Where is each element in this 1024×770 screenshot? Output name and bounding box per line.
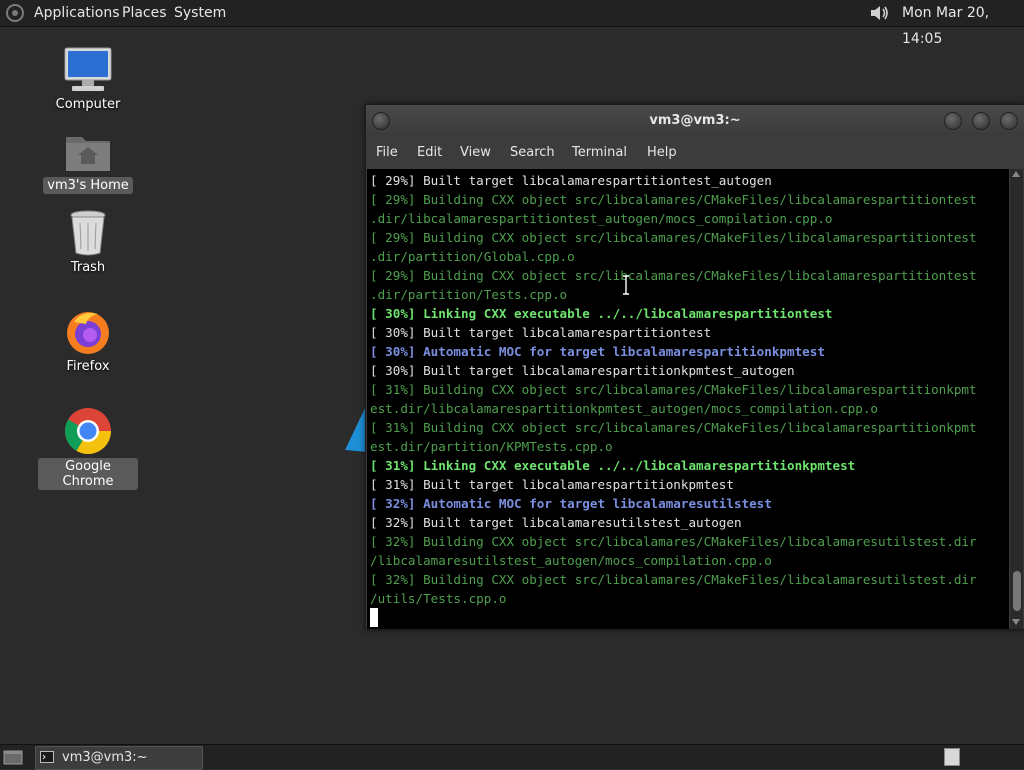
workspace-icon[interactable] bbox=[944, 748, 960, 766]
desktop-icon-trash[interactable]: Trash bbox=[38, 209, 138, 276]
close-button[interactable] bbox=[1000, 112, 1018, 130]
desktop-icon-chrome[interactable]: Google Chrome bbox=[38, 406, 138, 490]
terminal-line: /utils/Tests.cpp.o bbox=[370, 591, 507, 606]
desktop-icon-label: Firefox bbox=[66, 359, 110, 374]
taskbar-item-label: vm3@vm3:~ bbox=[62, 750, 148, 765]
scroll-down-arrow-icon[interactable] bbox=[1012, 619, 1020, 625]
terminal-line: /libcalamaresutilstest_autogen/mocs_comp… bbox=[370, 553, 772, 568]
desktop-icon-label: vm3's Home bbox=[43, 177, 133, 194]
terminal-line: [ 32%] Building CXX object src/libcalama… bbox=[370, 572, 977, 587]
terminal-menubar: File Edit View Search Terminal Help bbox=[366, 137, 1024, 169]
distro-logo-icon[interactable] bbox=[5, 3, 25, 23]
maximize-button[interactable] bbox=[972, 112, 990, 130]
minimize-button[interactable] bbox=[944, 112, 962, 130]
terminal-line: [ 31%] Building CXX object src/libcalama… bbox=[370, 382, 977, 397]
show-desktop-icon[interactable] bbox=[3, 748, 23, 766]
terminal-line: [ 29%] Building CXX object src/libcalama… bbox=[370, 268, 977, 283]
terminal-line: [ 29%] Built target libcalamarespartitio… bbox=[370, 173, 772, 188]
terminal-line: [ 29%] Building CXX object src/libcalama… bbox=[370, 230, 977, 245]
terminal-line: est.dir/libcalamarespartitionkpmtest_aut… bbox=[370, 401, 878, 416]
terminal-line: .dir/partition/Tests.cpp.o bbox=[370, 287, 568, 302]
terminal-window: vm3@vm3:~ File Edit View Search Terminal… bbox=[365, 104, 1024, 630]
background-logo-fragment bbox=[345, 404, 367, 452]
desktop-icon-home[interactable]: vm3's Home bbox=[38, 129, 138, 194]
menu-terminal[interactable]: Terminal bbox=[572, 137, 627, 169]
terminal-scrollbar[interactable] bbox=[1010, 169, 1023, 629]
top-panel: Applications Places System Mon Mar 20, 1… bbox=[0, 0, 1024, 47]
terminal-output[interactable]: [ 29%] Built target libcalamarespartitio… bbox=[367, 169, 1009, 629]
terminal-cursor bbox=[370, 608, 378, 627]
terminal-line: .dir/partition/Global.cpp.o bbox=[370, 249, 575, 264]
terminal-line: est.dir/partition/KPMTests.cpp.o bbox=[370, 439, 613, 454]
i-beam-cursor-icon bbox=[623, 275, 629, 295]
menu-edit[interactable]: Edit bbox=[417, 137, 442, 169]
terminal-line: [ 30%] Built target libcalamarespartitio… bbox=[370, 363, 795, 378]
terminal-line: [ 30%] Automatic MOC for target libcalam… bbox=[370, 344, 825, 359]
bottom-panel: vm3@vm3:~ bbox=[0, 744, 1024, 770]
menu-system[interactable]: System bbox=[174, 0, 226, 26]
menu-file[interactable]: File bbox=[376, 137, 398, 169]
terminal-line: [ 31%] Built target libcalamarespartitio… bbox=[370, 477, 734, 492]
terminal-line: [ 32%] Built target libcalamaresutilstes… bbox=[370, 515, 742, 530]
window-titlebar[interactable]: vm3@vm3:~ bbox=[366, 105, 1024, 137]
chrome-icon bbox=[65, 408, 111, 454]
menu-applications[interactable]: Applications bbox=[34, 0, 120, 26]
volume-icon[interactable] bbox=[868, 3, 890, 23]
desktop-icon-label: Trash bbox=[70, 260, 106, 275]
terminal-line: [ 29%] Building CXX object src/libcalama… bbox=[370, 192, 977, 207]
computer-icon bbox=[64, 47, 112, 91]
terminal-icon bbox=[40, 751, 54, 763]
terminal-line: [ 31%] Linking CXX executable ../../libc… bbox=[370, 458, 856, 473]
menu-places[interactable]: Places bbox=[122, 0, 167, 26]
clock[interactable]: Mon Mar 20, 14:05 bbox=[902, 0, 1024, 47]
desktop-icon-firefox[interactable]: Firefox bbox=[38, 308, 138, 375]
scroll-up-arrow-icon[interactable] bbox=[1012, 171, 1020, 177]
desktop-icon-label: Computer bbox=[55, 97, 121, 112]
menu-help[interactable]: Help bbox=[647, 137, 677, 169]
terminal-line: [ 31%] Building CXX object src/libcalama… bbox=[370, 420, 977, 435]
firefox-icon bbox=[67, 312, 109, 354]
terminal-line: [ 30%] Linking CXX executable ../../libc… bbox=[370, 306, 833, 321]
scrollbar-thumb[interactable] bbox=[1013, 571, 1021, 611]
window-menu-button[interactable] bbox=[372, 112, 390, 130]
desktop-icon-label: Google Chrome bbox=[38, 458, 138, 490]
taskbar-item-terminal[interactable]: vm3@vm3:~ bbox=[35, 746, 203, 770]
menu-search[interactable]: Search bbox=[510, 137, 555, 169]
terminal-line: [ 32%] Automatic MOC for target libcalam… bbox=[370, 496, 772, 511]
terminal-line: [ 30%] Built target libcalamarespartitio… bbox=[370, 325, 712, 340]
trash-icon bbox=[70, 210, 106, 256]
desktop-icon-computer[interactable]: Computer bbox=[38, 46, 138, 113]
window-title: vm3@vm3:~ bbox=[649, 113, 741, 128]
menu-view[interactable]: View bbox=[460, 137, 491, 169]
terminal-line: [ 32%] Building CXX object src/libcalama… bbox=[370, 534, 977, 549]
terminal-line: .dir/libcalamarespartitiontest_autogen/m… bbox=[370, 211, 833, 226]
home-folder-icon bbox=[66, 137, 110, 171]
